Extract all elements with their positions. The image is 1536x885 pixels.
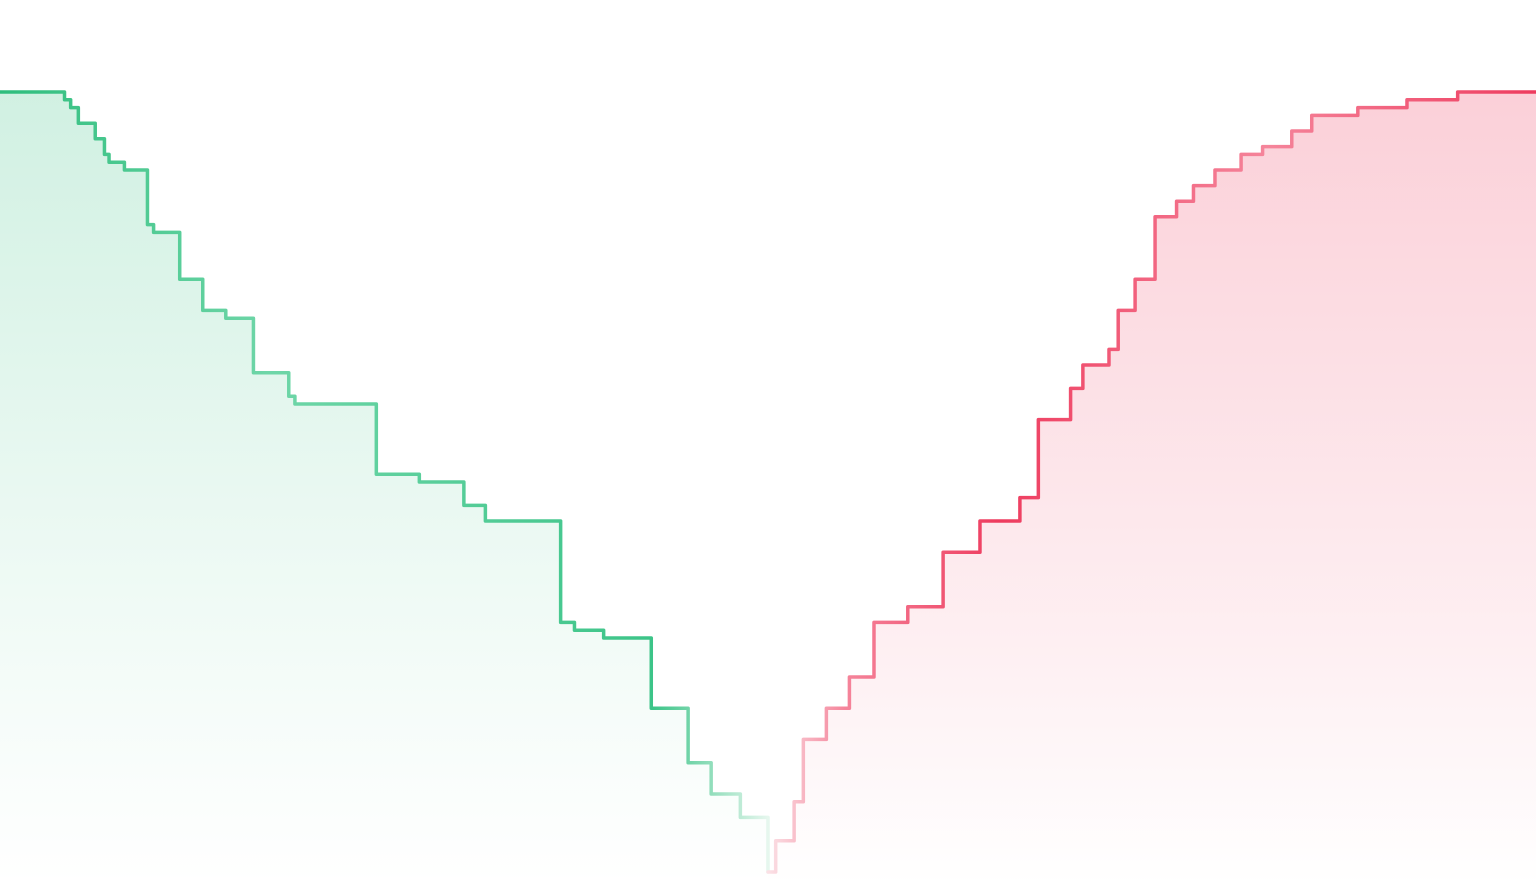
bid-area	[0, 92, 768, 885]
depth-chart	[0, 60, 1536, 885]
ask-area	[768, 92, 1536, 885]
